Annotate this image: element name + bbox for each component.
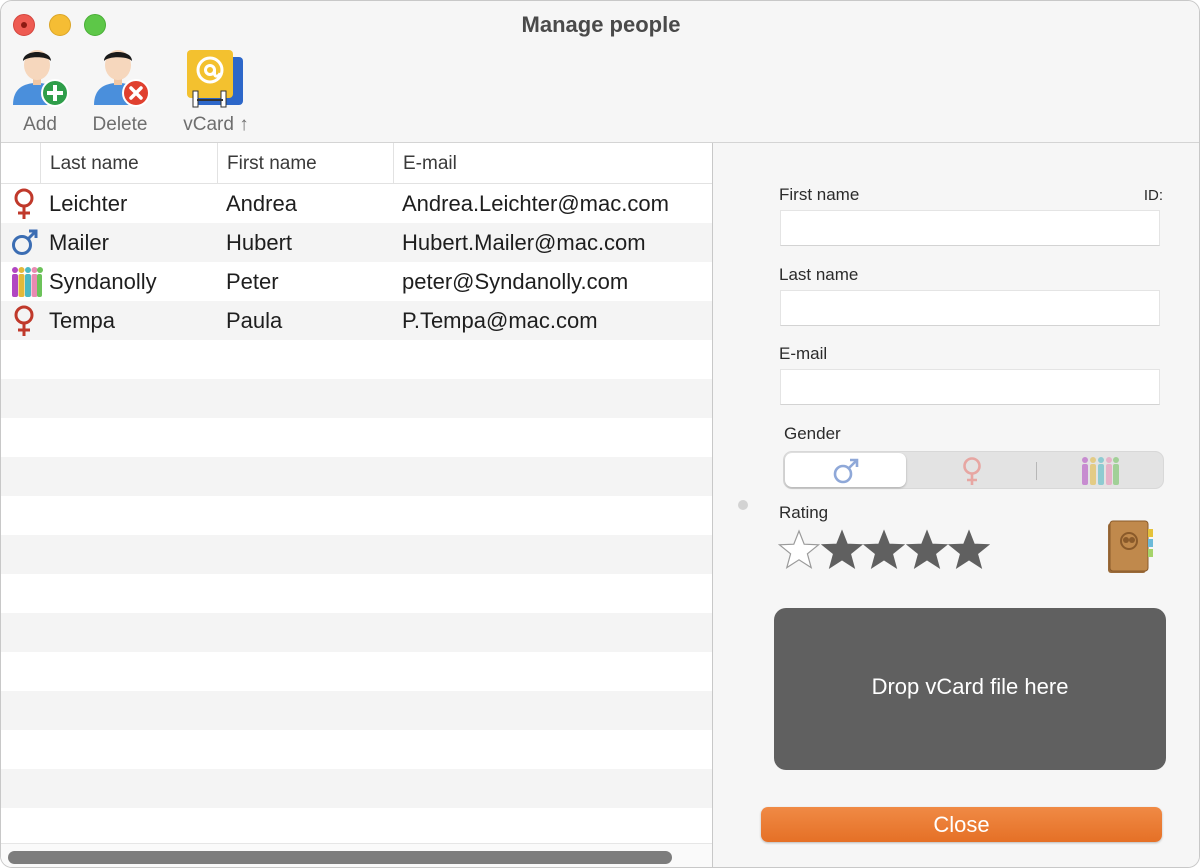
column-header-first-name[interactable]: First name (217, 143, 393, 184)
scrollbar-thumb[interactable] (8, 851, 672, 864)
column-header-last-name[interactable]: Last name (40, 143, 217, 184)
cell-email: Hubert.Mailer@mac.com (402, 230, 646, 255)
star-empty-icon[interactable] (778, 529, 820, 571)
cell-first-name: Hubert (226, 230, 293, 255)
delete-person-button[interactable]: Delete (89, 47, 151, 139)
empty-table-row (1, 808, 712, 847)
vcard-label: vCard ↑ (183, 114, 249, 135)
cell-first-name: Paula (226, 308, 283, 333)
male-symbol-icon (11, 223, 45, 262)
star-filled-icon[interactable] (948, 529, 990, 571)
gender-female-segment[interactable] (908, 453, 1036, 487)
empty-table-row (1, 340, 712, 379)
empty-table-row (1, 496, 712, 535)
female-symbol-icon (11, 301, 45, 340)
cell-email: peter@Syndanolly.com (402, 269, 629, 294)
first-name-field[interactable] (780, 210, 1160, 246)
close-button[interactable]: Close (761, 807, 1162, 842)
gender-male-segment[interactable] (785, 453, 906, 487)
rating-label: Rating (779, 503, 829, 522)
person-detail-form: First name ID: Last name E-mail Gender R… (714, 143, 1199, 867)
cell-last-name: Mailer (49, 230, 109, 255)
empty-table-row (1, 691, 712, 730)
empty-table-row (1, 379, 712, 418)
vcard-export-icon (187, 50, 243, 108)
empty-table-row (1, 457, 712, 496)
cell-email: Andrea.Leichter@mac.com (402, 191, 669, 216)
drop-zone-text: Drop vCard file here (871, 674, 1069, 699)
window-title: Manage people (521, 12, 681, 37)
first-name-label: First name (779, 185, 860, 204)
last-name-label: Last name (779, 265, 859, 284)
status-dot (738, 500, 748, 510)
empty-table-row (1, 535, 712, 574)
cell-last-name: Syndanolly (49, 269, 157, 294)
star-filled-icon[interactable] (820, 529, 863, 571)
table-row[interactable]: Syndanolly Peter peter@Syndanolly.com (1, 262, 712, 301)
empty-table-row (1, 652, 712, 691)
vcard-export-button[interactable]: vCard ↑ (177, 47, 255, 139)
star-filled-icon[interactable] (863, 529, 905, 571)
cell-last-name: Tempa (49, 308, 116, 333)
group-people-icon (11, 262, 45, 301)
empty-table-row (1, 730, 712, 769)
empty-table-row (1, 418, 712, 457)
cell-last-name: Leichter (49, 191, 128, 216)
cell-first-name: Peter (226, 269, 279, 294)
id-label: ID: (1143, 187, 1163, 204)
group-people-icon (1082, 457, 1119, 485)
vcard-drop-zone[interactable]: Drop vCard file here (774, 608, 1166, 770)
horizontal-scrollbar[interactable] (1, 843, 712, 867)
add-label: Add (23, 114, 57, 135)
cell-first-name: Andrea (226, 191, 297, 216)
title-bar: Manage people Add Delete vCard ↑ (1, 1, 1199, 143)
people-table[interactable]: Last name First name E-mail Leichter Andr… (1, 143, 713, 867)
person-plus-icon (13, 50, 69, 107)
segment-divider (1036, 462, 1037, 480)
person-delete-icon (94, 50, 150, 107)
empty-table-row (1, 769, 712, 808)
email-label: E-mail (779, 344, 828, 363)
delete-label: Delete (92, 114, 148, 135)
column-header-email[interactable]: E-mail (393, 143, 712, 184)
gender-group-segment[interactable] (1038, 453, 1162, 487)
empty-table-row (1, 574, 712, 613)
cell-email: P.Tempa@mac.com (402, 308, 598, 333)
table-row[interactable]: Mailer Hubert Hubert.Mailer@mac.com (1, 223, 712, 262)
table-header: Last name First name E-mail (1, 143, 712, 184)
female-symbol-icon (11, 184, 45, 223)
male-symbol-icon (833, 458, 858, 484)
table-row[interactable]: Leichter Andrea Andrea.Leichter@mac.com (1, 184, 712, 223)
star-filled-icon[interactable] (905, 529, 948, 571)
empty-table-row (1, 613, 712, 652)
last-name-field[interactable] (780, 290, 1160, 326)
email-field[interactable] (780, 369, 1160, 405)
add-person-button[interactable]: Add (11, 47, 69, 139)
table-body: Leichter Andrea Andrea.Leichter@mac.com Mai… (1, 184, 712, 847)
gender-segmented-control (783, 451, 1164, 489)
table-row[interactable]: Tempa Paula P.Tempa@mac.com (1, 301, 712, 340)
address-book-icon[interactable] (1106, 519, 1156, 577)
gender-label: Gender (784, 424, 841, 443)
manage-people-window: Manage people Add Delete vCard ↑ Last na… (0, 0, 1200, 868)
female-symbol-icon (963, 457, 981, 485)
